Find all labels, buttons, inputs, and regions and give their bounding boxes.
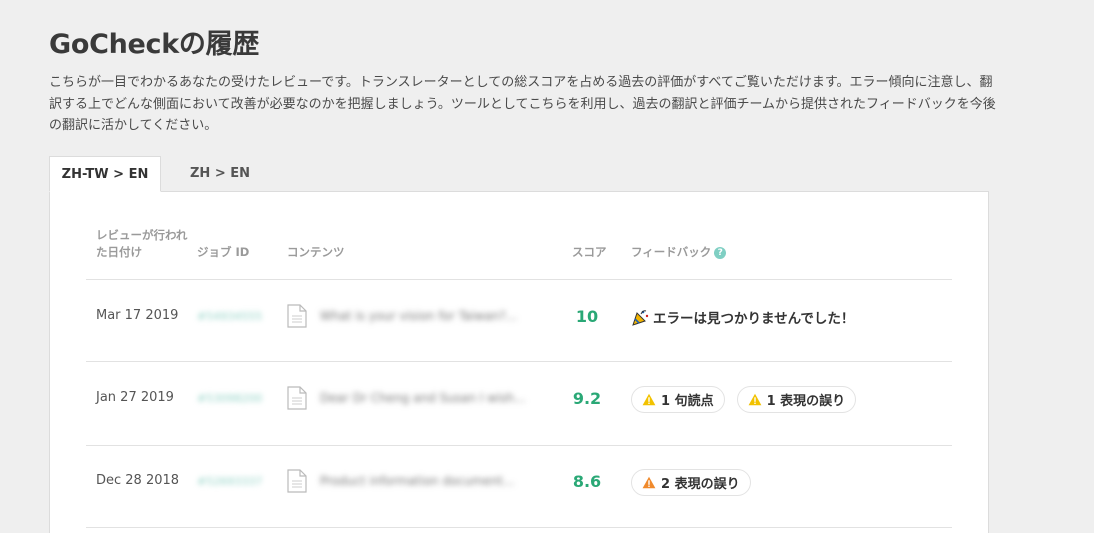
content-preview[interactable]: What is your vision for Taiwan?... [320,309,517,323]
header-feedback: フィードバック ? [631,244,727,261]
header-job-id: ジョブ ID [197,245,250,259]
help-circle-icon[interactable]: ? [714,246,727,259]
feedback-badges: 1 句読点 1 表現の誤り [631,386,857,413]
content-preview[interactable]: Product information document... [320,474,514,488]
review-date: Dec 28 2018 [96,473,180,488]
header-score[interactable]: スコア [572,244,607,261]
feedback-text: エラーは見つかりませんでした！ [653,311,855,327]
page-title: GoCheckの履歴 [49,29,260,60]
feedback-no-errors: エラーは見つかりませんでした！ [632,307,854,327]
error-badge-punctuation[interactable]: 1 句読点 [631,386,725,413]
error-badge-wording[interactable]: 1 表現の誤り [736,386,857,413]
review-date: Jan 27 2019 [96,390,174,405]
document-icon [287,469,307,493]
language-pair-tabs: ZH-TW > EN ZH > EN [49,156,279,192]
header-feedback-label: フィードバック [631,245,712,259]
document-icon [287,304,307,328]
party-popper-icon [632,309,649,326]
table-row[interactable]: Mar 17 2019 #54934555 What is your visio… [86,280,952,362]
warning-triangle-icon [748,393,761,406]
feedback-badges: 2 表現の誤り [631,469,751,496]
job-id-link[interactable]: #54934555 [197,310,262,323]
review-date: Mar 17 2019 [96,308,179,323]
job-id-link[interactable]: #53098200 [197,392,262,405]
header-review-date: レビューが行われた日付け [96,228,188,259]
document-icon [287,386,307,410]
badge-label: 1 表現の誤り [766,394,846,409]
warning-triangle-icon [642,476,656,489]
review-history-panel: レビューが行われた日付け ジョブ ID コンテンツ スコア フィードバック ? … [49,191,989,533]
table-header: レビューが行われた日付け ジョブ ID コンテンツ スコア フィードバック ? [86,228,952,280]
job-id-link[interactable]: #52693337 [197,475,262,488]
score-value: 10 [575,307,599,326]
error-badge-wording[interactable]: 2 表現の誤り [631,469,751,496]
warning-triangle-icon [642,393,656,406]
badge-label: 2 表現の誤り [661,477,740,492]
table-row[interactable]: Dec 28 2018 #52693337 Product informatio… [86,446,952,528]
badge-label: 1 句読点 [661,394,714,409]
table-row[interactable]: Jan 27 2019 #53098200 Dear Dr Cheng and … [86,362,952,446]
score-value: 9.2 [572,389,602,408]
tab-zh-en[interactable]: ZH > EN [161,156,279,192]
tab-zh-tw-en[interactable]: ZH-TW > EN [49,156,161,192]
page-intro: こちらが一目でわかるあなたの受けたレビューです。トランスレーターとしての総スコア… [49,75,996,133]
content-preview[interactable]: Dear Dr Cheng and Susan I wish... [320,391,526,405]
header-content: コンテンツ [287,245,345,259]
score-value: 8.6 [572,472,602,491]
